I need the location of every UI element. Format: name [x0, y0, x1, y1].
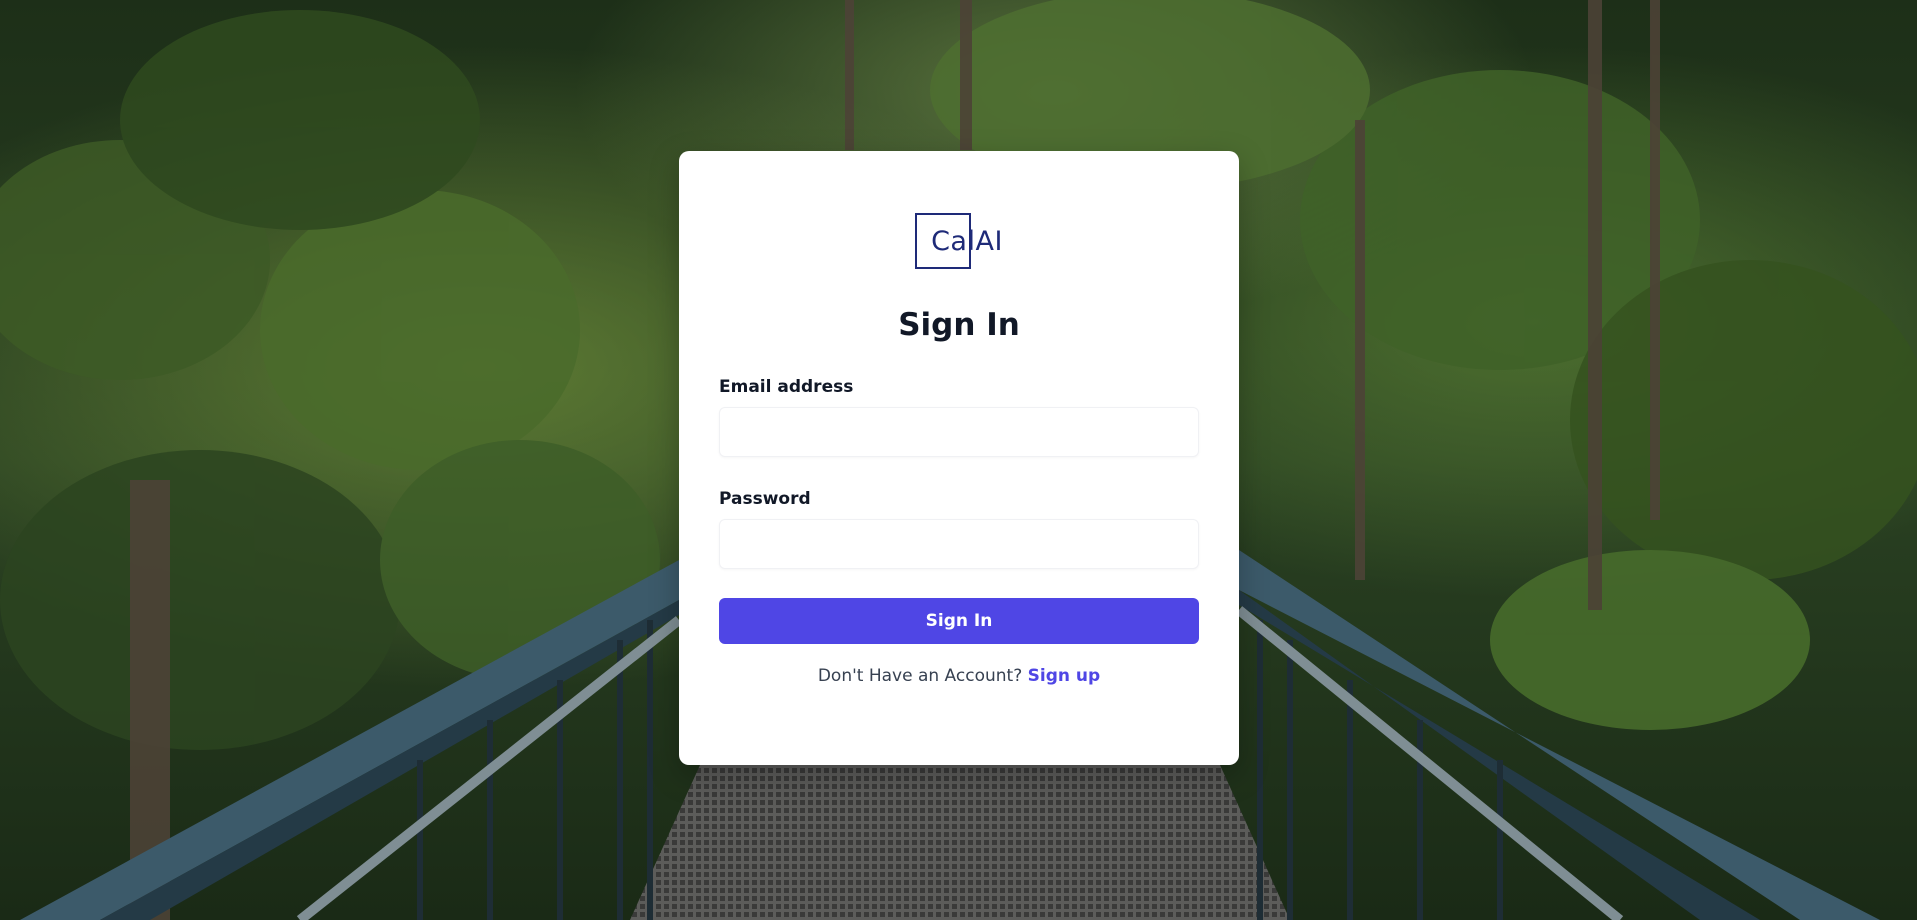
- password-field[interactable]: [719, 519, 1199, 569]
- email-field[interactable]: [719, 407, 1199, 457]
- sign-in-button[interactable]: Sign In: [719, 598, 1199, 644]
- logo-container: CalAI: [719, 213, 1199, 271]
- calai-logo: CalAI: [915, 213, 1003, 271]
- page-title: Sign In: [898, 307, 1020, 343]
- email-label: Email address: [719, 377, 854, 397]
- logo-text: CalAI: [931, 226, 1003, 257]
- sign-up-link[interactable]: Sign up: [1028, 666, 1101, 686]
- sign-in-page: CalAI Sign In Email address Password Sig…: [0, 0, 1917, 920]
- signup-prompt: Don't Have an Account? Sign up: [719, 666, 1199, 686]
- password-label: Password: [719, 489, 811, 509]
- sign-in-card: CalAI Sign In Email address Password Sig…: [679, 151, 1239, 765]
- signup-prompt-text: Don't Have an Account?: [817, 666, 1023, 686]
